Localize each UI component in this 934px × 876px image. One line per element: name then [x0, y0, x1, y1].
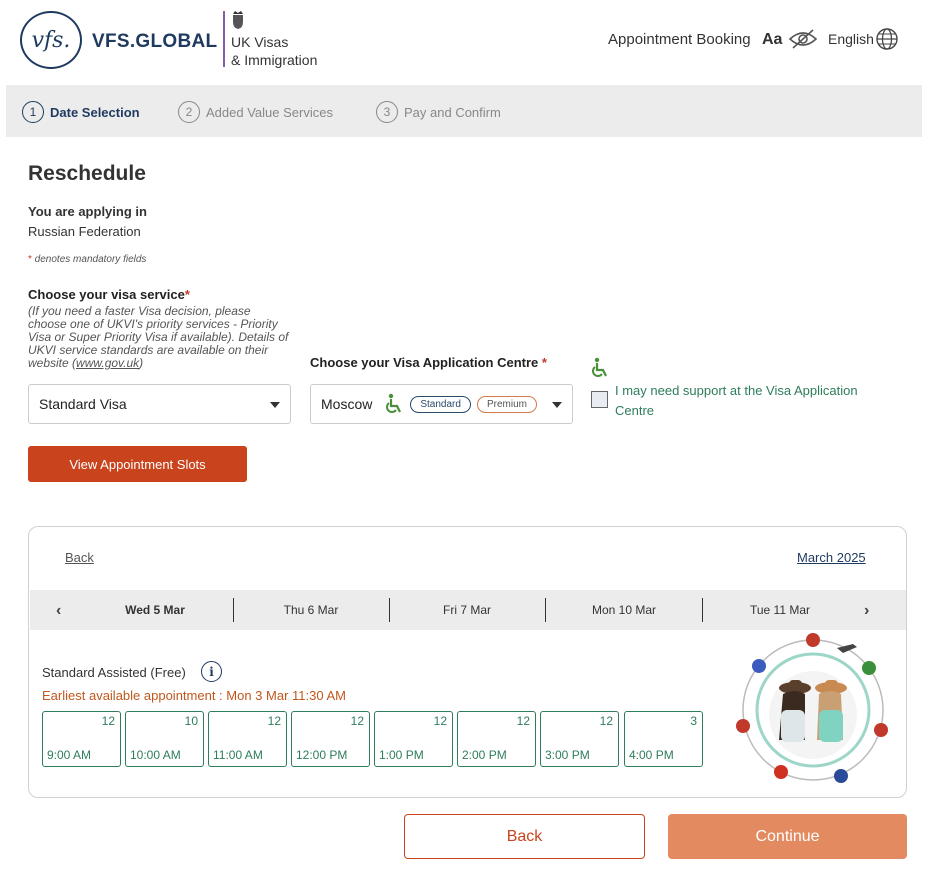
day-separator [545, 598, 546, 622]
day-separator [233, 598, 234, 622]
chevron-left-icon[interactable]: ‹ [56, 602, 61, 620]
step-number: 3 [376, 101, 398, 123]
time-slot[interactable]: 12 2:00 PM [457, 711, 536, 767]
slot-time: 12:00 PM [296, 748, 348, 762]
slot-count: 12 [516, 714, 530, 728]
chevron-right-icon[interactable]: › [864, 602, 869, 620]
slot-time: 11:00 AM [213, 748, 263, 762]
mandatory-note-text: denotes mandatory fields [31, 254, 147, 265]
applying-in-value: Russian Federation [28, 224, 141, 239]
time-slot[interactable]: 3 4:00 PM [624, 711, 703, 767]
step-label: Pay and Confirm [404, 104, 501, 120]
time-slot[interactable]: 12 11:00 AM [208, 711, 287, 767]
visa-service-value: Standard Visa [39, 396, 127, 412]
slot-count: 12 [101, 714, 115, 728]
step-added-value-services: 2 Added Value Services [178, 101, 333, 123]
standard-pill: Standard [410, 395, 471, 413]
vac-label: Choose your Visa Application Centre * [310, 355, 547, 370]
step-date-selection: 1 Date Selection [22, 101, 140, 123]
royal-crest-icon [233, 11, 243, 29]
info-icon[interactable]: i [201, 661, 222, 682]
dropdown-caret-icon [270, 402, 280, 408]
slot-time: 3:00 PM [545, 748, 590, 762]
day-tab[interactable]: Thu 6 Mar [251, 603, 371, 617]
time-slot[interactable]: 10 10:00 AM [125, 711, 204, 767]
header-divider [223, 11, 225, 67]
font-size-toggle[interactable]: Aa [762, 31, 782, 49]
step-label: Date Selection [50, 104, 140, 120]
gov-uk-link[interactable]: www.gov.uk [76, 356, 139, 370]
wheelchair-icon [592, 357, 607, 377]
back-button[interactable]: Back [404, 814, 645, 859]
continue-button[interactable]: Continue [668, 814, 907, 859]
day-tab[interactable]: Mon 10 Mar [564, 603, 684, 617]
visa-service-note-end: ) [139, 356, 144, 370]
slot-count: 10 [184, 714, 198, 728]
day-tab[interactable]: Fri 7 Mar [407, 603, 527, 617]
partner-line-2: & Immigration [231, 52, 318, 68]
appointment-booking-link[interactable]: Appointment Booking [608, 31, 751, 48]
earliest-appointment-text: Earliest available appointment : Mon 3 M… [42, 688, 346, 703]
step-label: Added Value Services [206, 104, 333, 120]
partner-line-1: UK Visas [231, 34, 289, 50]
time-slot[interactable]: 12 1:00 PM [374, 711, 453, 767]
visa-service-label-text: Choose your visa service [28, 287, 185, 302]
mandatory-note: * denotes mandatory fields [28, 254, 146, 265]
slot-time: 1:00 PM [379, 748, 424, 762]
step-number: 2 [178, 101, 200, 123]
slot-count: 12 [599, 714, 613, 728]
slot-time: 10:00 AM [130, 748, 181, 762]
vac-select[interactable]: Moscow Standard Premium [310, 384, 573, 424]
calendar-back-link[interactable]: Back [65, 550, 94, 565]
slot-count: 12 [267, 714, 281, 728]
brand-name: VFS.GLOBAL [92, 31, 218, 52]
visa-service-note: (If you need a faster Visa decision, ple… [28, 305, 290, 370]
step-pay-and-confirm: 3 Pay and Confirm [376, 101, 501, 123]
day-separator [702, 598, 703, 622]
slot-time: 4:00 PM [629, 748, 674, 762]
view-appointment-slots-button[interactable]: View Appointment Slots [28, 446, 247, 482]
day-tab[interactable]: Wed 5 Mar [95, 603, 215, 617]
support-checkbox[interactable] [591, 391, 608, 408]
dropdown-caret-icon [552, 402, 562, 408]
required-star: * [541, 355, 547, 370]
slot-time: 9:00 AM [47, 748, 92, 762]
day-tab[interactable]: Tue 11 Mar [720, 603, 840, 617]
time-slot[interactable]: 12 12:00 PM [291, 711, 370, 767]
travel-illustration [736, 633, 888, 783]
visa-service-note-text: (If you need a faster Visa decision, ple… [28, 304, 289, 370]
month-link[interactable]: March 2025 [797, 550, 866, 565]
vac-label-text: Choose your Visa Application Centre [310, 355, 539, 370]
hide-eye-icon[interactable] [788, 28, 818, 50]
page-title: Reschedule [28, 162, 146, 185]
premium-pill: Premium [476, 395, 537, 413]
day-separator [389, 598, 390, 622]
time-slot[interactable]: 12 9:00 AM [42, 711, 121, 767]
slot-count: 12 [350, 714, 364, 728]
time-slot[interactable]: 12 3:00 PM [540, 711, 619, 767]
language-selector[interactable]: English [828, 31, 874, 47]
slot-count: 3 [690, 714, 697, 728]
visa-service-label: Choose your visa service* [28, 287, 190, 302]
required-star: * [184, 287, 190, 302]
globe-icon[interactable] [876, 28, 898, 50]
step-number: 1 [22, 101, 44, 123]
vac-value: Moscow [321, 396, 373, 412]
support-label[interactable]: I may need support at the Visa Applicati… [615, 381, 895, 421]
category-label: Standard Assisted (Free) [42, 665, 186, 680]
wheelchair-icon [386, 393, 402, 413]
visa-service-select[interactable]: Standard Visa [28, 384, 291, 424]
applying-in-label: You are applying in [28, 204, 147, 219]
vfs-logo-icon[interactable]: vfs. [20, 11, 82, 69]
slot-count: 12 [433, 714, 447, 728]
slot-time: 2:00 PM [462, 748, 507, 762]
